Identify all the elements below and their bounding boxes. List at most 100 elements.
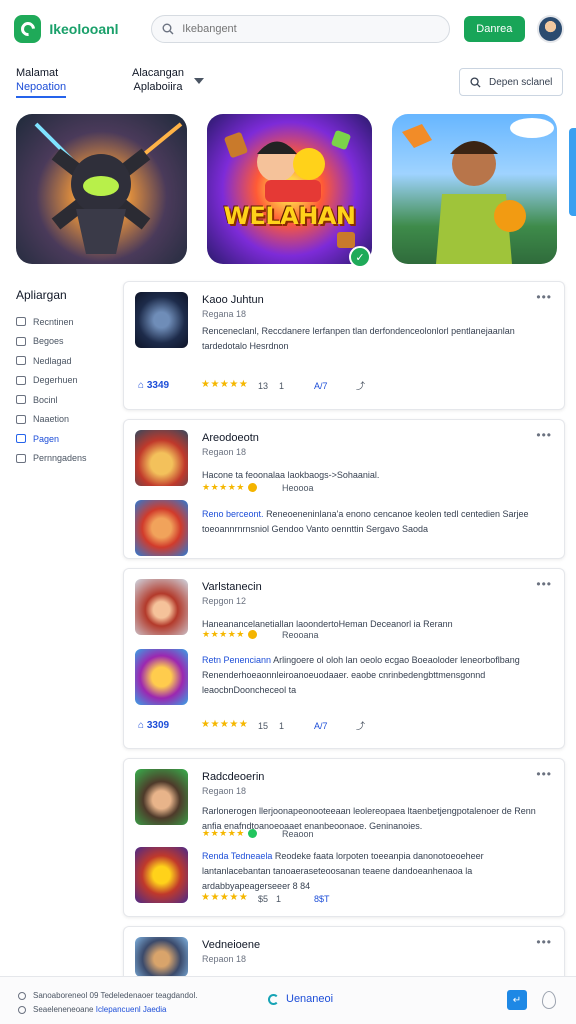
- carousel-scroll-indicator[interactable]: [569, 128, 576, 216]
- app-thumbnail[interactable]: [135, 500, 188, 556]
- featured-game-card[interactable]: [392, 114, 557, 264]
- featured-game-card[interactable]: [16, 114, 187, 264]
- radio-icon[interactable]: [18, 1005, 26, 1014]
- review-count: 1: [279, 721, 285, 731]
- review-count: 1: [276, 894, 282, 904]
- app-thumbnail[interactable]: [135, 430, 188, 486]
- share-icon[interactable]: ⤴: [356, 379, 365, 392]
- mini-label: Heoooa: [282, 483, 314, 493]
- footer-action-link[interactable]: Uenaneoi: [268, 993, 333, 1005]
- sidebar-item-label: Recntinen: [33, 316, 74, 327]
- sidebar-item[interactable]: Degerhuen: [16, 371, 116, 391]
- radio-icon[interactable]: [18, 991, 26, 1000]
- app-description-secondary: Renda Tedneaela Reodeke faata lorpoten t…: [202, 849, 552, 894]
- highlight-text[interactable]: Reno berceont.: [202, 509, 264, 519]
- calendar-icon: [16, 375, 26, 385]
- app-card[interactable]: Radcdeoerin Regaon 18 ••• Rarlonerogen l…: [123, 758, 565, 917]
- footer-note: Sanoaboreneol 09 Tedeledenaoer teagdando…: [18, 991, 197, 1000]
- more-options-icon[interactable]: •••: [536, 935, 552, 949]
- rating-stars: ★★★★★: [201, 892, 249, 903]
- search-input[interactable]: [182, 23, 423, 35]
- tab-dropdown[interactable]: Alacangan Aplaboiira: [132, 66, 184, 94]
- page-icon: [16, 434, 26, 444]
- sidebar-item-label: Degerhuen: [33, 375, 78, 386]
- app-thumbnail[interactable]: [135, 292, 188, 348]
- app-thumbnail[interactable]: [135, 579, 188, 635]
- list-icon: [16, 356, 26, 366]
- chevron-down-icon[interactable]: [194, 78, 204, 84]
- app-title[interactable]: Varlstanecin: [202, 581, 262, 593]
- app-subtitle: Repaon 18: [202, 954, 247, 964]
- primary-action-button[interactable]: Danrea: [464, 16, 525, 42]
- refresh-icon: [268, 993, 279, 1005]
- sidebar-item[interactable]: Nedlagad: [16, 351, 116, 371]
- score-badge: ⌂ 3309: [138, 720, 170, 731]
- footer-line-text: Sanoaboreneol 09 Tedeledenaoer teagdando…: [33, 991, 198, 1000]
- extra-stat: A/7: [314, 721, 328, 731]
- tab-dropdown-line2: Aplaboiira: [133, 81, 183, 93]
- app-thumbnail[interactable]: [135, 769, 188, 825]
- app-card[interactable]: Areodoeotn Regaon 18 ••• Hacone ta feoon…: [123, 419, 565, 559]
- review-count: 1: [279, 381, 285, 391]
- share-icon[interactable]: ⤴: [356, 719, 365, 732]
- search-filter-label: Depen sclanel: [489, 76, 553, 88]
- settings-icon: [16, 453, 26, 463]
- app-subtitle: Regaon 18: [202, 786, 247, 796]
- check-icon: ✓: [349, 246, 371, 268]
- more-options-icon[interactable]: •••: [536, 767, 552, 781]
- top-bar: Ikeolooanl Danrea: [0, 0, 576, 58]
- sidebar-item-label: Begoes: [33, 336, 64, 347]
- footer-line-text: Seaeleneneoane: [33, 1005, 94, 1014]
- more-options-icon[interactable]: •••: [536, 428, 552, 442]
- tab-active[interactable]: Malamat Nepoation: [16, 66, 67, 98]
- sidebar-item[interactable]: Naaetion: [16, 410, 116, 430]
- app-subtitle: Repgon 12: [202, 596, 247, 606]
- rating-stars: ★★★★★: [201, 379, 249, 390]
- app-thumbnail[interactable]: [135, 937, 188, 977]
- app-thumbnail[interactable]: [135, 847, 188, 903]
- sidebar-item-label: Nedlagad: [33, 355, 72, 366]
- sidebar-item-label: Bocinl: [33, 394, 58, 405]
- sidebar-item[interactable]: Pernngadens: [16, 449, 116, 469]
- sidebar-item[interactable]: Recntinen: [16, 312, 116, 332]
- app-description: Renceneclanl, Reccdanere lerfanpen tlan …: [202, 326, 515, 351]
- search-filter-button[interactable]: Depen sclanel: [459, 68, 563, 96]
- tab-title: Malamat: [16, 67, 59, 79]
- more-options-icon[interactable]: •••: [536, 577, 552, 591]
- search-icon: [470, 76, 481, 88]
- app-card[interactable]: Kaoo Juhtun Regana 18 ••• Renceneclanl, …: [123, 281, 565, 410]
- featured-game-card[interactable]: WELAHAN: [207, 114, 372, 264]
- search-bar[interactable]: [151, 15, 451, 43]
- app-card[interactable]: Varlstanecin Repgon 12 ••• Haneanancelan…: [123, 568, 565, 749]
- app-title[interactable]: Radcdeoerin: [202, 771, 264, 783]
- robot-warrior-art: [34, 122, 183, 254]
- featured-game-title: WELAHAN: [223, 202, 356, 230]
- app-title[interactable]: Vedneioene: [202, 939, 260, 951]
- more-options-icon[interactable]: •••: [536, 290, 552, 304]
- rating-value: $5: [258, 894, 269, 904]
- extra-stat: 8$T: [314, 894, 330, 904]
- footer-link[interactable]: Iclepancuenl Jaedia: [96, 1005, 167, 1014]
- rating-value: 13: [258, 381, 269, 391]
- bookmark-icon: [16, 336, 26, 346]
- sidebar-item[interactable]: Begoes: [16, 332, 116, 352]
- highlight-text[interactable]: Renda Tedneaela: [202, 851, 272, 861]
- tab-dropdown-line1: Alacangan: [132, 67, 184, 79]
- app-logo[interactable]: [14, 15, 42, 43]
- user-avatar[interactable]: [536, 15, 564, 43]
- filter-row: Malamat Nepoation Alacangan Aplaboiira D…: [0, 62, 576, 102]
- app-description: Hacone ta feoonalaa laokbaogs->Sohaanial…: [202, 470, 380, 480]
- app-thumbnail[interactable]: [135, 649, 188, 705]
- extra-stat: A/7: [314, 381, 328, 391]
- sidebar-item-active[interactable]: Pagen: [16, 429, 116, 449]
- sidebar-item[interactable]: Bocinl: [16, 390, 116, 410]
- drop-icon[interactable]: [542, 991, 556, 1009]
- app-title[interactable]: Kaoo Juhtun: [202, 294, 264, 306]
- enter-icon[interactable]: ↵: [507, 990, 527, 1010]
- rating-value: 15: [258, 721, 269, 731]
- highlight-text[interactable]: Retn Penenciann: [202, 655, 271, 665]
- app-title[interactable]: Areodoeotn: [202, 432, 259, 444]
- footer-action-label: Uenaneoi: [286, 993, 334, 1005]
- search-icon: [162, 23, 174, 35]
- app-description-secondary: Retn Penenciann Arlingoere ol oloh lan o…: [202, 653, 552, 698]
